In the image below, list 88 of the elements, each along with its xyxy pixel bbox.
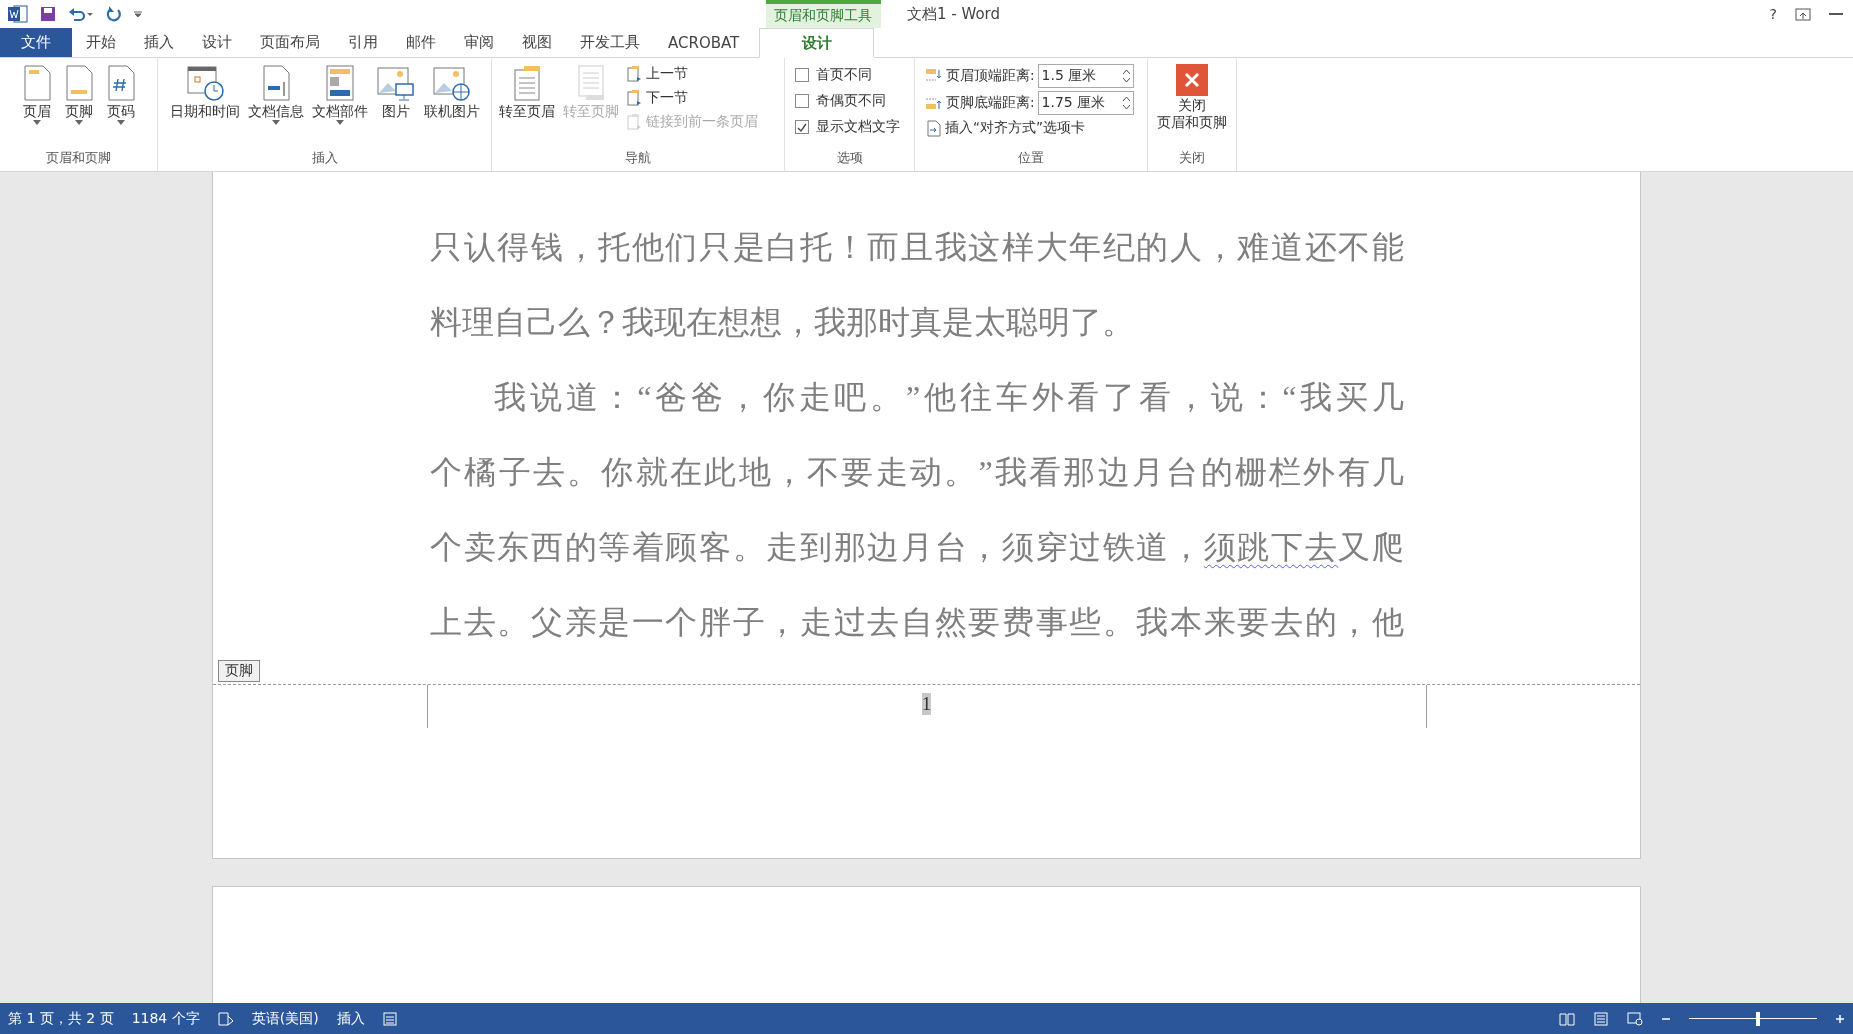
body-text-line: 个卖东西的等着顾客。走到那边月台，须穿过铁道，须跳下去又爬 [430, 528, 1404, 567]
zoom-in-icon[interactable] [1835, 1013, 1845, 1024]
ribbon-tab[interactable]: 开发工具 [566, 28, 654, 57]
group-label: 页眉和页脚 [45, 149, 112, 167]
body-text-line: 个橘子去。你就在此地，不要走动。”我看那边月台的栅栏外有几 [430, 453, 1404, 492]
margin-icon [925, 95, 943, 111]
ribbon-button[interactable]: 联机图片 [420, 62, 483, 149]
body-text-line: 料理自己么？我现在想想，我那时真是太聪明了。 [430, 303, 1135, 342]
ribbon-button[interactable]: 上一节 [624, 64, 760, 84]
caret-icon [335, 120, 344, 125]
caret-icon [116, 120, 125, 125]
spinner-label: 页脚底端距离: [946, 94, 1035, 112]
section-icon [626, 113, 642, 131]
caret-icon [271, 120, 280, 125]
ribbon-tab[interactable]: 页面布局 [246, 28, 334, 57]
ribbon-tab[interactable]: 审阅 [450, 28, 508, 57]
ribbon-button[interactable]: 图片 [372, 62, 419, 149]
ribbon-button[interactable]: 下一节 [624, 88, 760, 108]
calendar-clock-icon [184, 64, 225, 102]
ribbon-button[interactable]: 页码 [100, 62, 141, 149]
save-icon[interactable] [40, 6, 56, 22]
ribbon-tab[interactable]: 插入 [130, 28, 188, 57]
checkbox-label: 显示文档文字 [816, 118, 900, 136]
ribbon-button[interactable]: 日期和时间 [166, 62, 243, 149]
print-layout-icon[interactable] [1593, 1011, 1609, 1026]
spinner-arrows-icon [1122, 69, 1130, 83]
spinner-label: 页眉顶端距离: [946, 67, 1035, 85]
word-count[interactable]: 1184 个字 [131, 1009, 200, 1028]
body-text-line: 上去。父亲是一个胖子，走过去自然要费事些。我本来要去的，他 [430, 603, 1404, 642]
insert-mode[interactable]: 插入 [336, 1009, 365, 1028]
spinner-field[interactable]: 1.75 厘米 [1037, 91, 1134, 115]
group-label: 选项 [835, 149, 864, 167]
section-icon [626, 89, 642, 107]
page-count[interactable]: 第 1 页，共 2 页 [8, 1009, 114, 1028]
online-picture-icon [431, 64, 472, 102]
footer-tag: 页脚 [218, 660, 260, 682]
ribbon-button[interactable]: 文档信息 [244, 62, 307, 149]
checkbox-label: 首页不同 [816, 66, 872, 84]
group-label: 关闭 [1178, 149, 1206, 167]
undo-icon[interactable] [68, 6, 94, 22]
word-logo-icon [8, 5, 28, 23]
group-label: 导航 [624, 149, 652, 167]
body-text-line: 我说道：“爸爸，你走吧。”他往车外看了看，说：“我买几 [493, 378, 1404, 417]
group-label: 位置 [1017, 149, 1045, 167]
section-icon [626, 65, 642, 83]
checkbox-label: 奇偶页不同 [816, 92, 886, 110]
ribbon-tab[interactable]: 引用 [334, 28, 392, 57]
context-tab-title: 页眉和页脚工具 [766, 0, 881, 28]
zoom-slider-thumb[interactable] [1756, 1011, 1761, 1026]
window-title: 文档1 - Word [906, 3, 1001, 25]
ribbon-button[interactable]: 文档部件 [308, 62, 371, 149]
margin-icon [925, 68, 943, 84]
ribbon-tab[interactable]: 设计 [759, 28, 875, 58]
minimize-icon[interactable] [1829, 12, 1843, 16]
close-icon [1176, 64, 1208, 96]
macro-icon[interactable] [382, 1011, 397, 1026]
help-button[interactable]: ? [1769, 6, 1777, 22]
web-layout-icon[interactable] [1627, 1011, 1643, 1026]
language-indicator[interactable]: 英语(美国) [251, 1009, 319, 1028]
ribbon-button[interactable]: 页眉 [16, 62, 57, 149]
close-header-footer-button[interactable]: 关闭 页眉和页脚 [1154, 62, 1230, 149]
ribbon-button[interactable]: 页脚 [58, 62, 99, 149]
page-number: 1 [921, 693, 932, 715]
read-mode-icon[interactable] [1559, 1011, 1575, 1026]
caret-icon [32, 120, 41, 125]
ribbon-button[interactable]: 转至页眉 [496, 62, 558, 149]
picture-icon [375, 64, 416, 102]
proofing-icon[interactable] [217, 1011, 234, 1026]
ribbon-tab[interactable]: 开始 [72, 28, 130, 57]
caret-icon [74, 120, 83, 125]
restore-icon[interactable] [1795, 7, 1811, 21]
ribbon-tab[interactable]: 视图 [508, 28, 566, 57]
spinner-field[interactable]: 1.5 厘米 [1037, 64, 1134, 88]
group-label: 插入 [310, 149, 339, 167]
ribbon-tab[interactable]: 邮件 [392, 28, 450, 57]
customize-caret-icon[interactable] [134, 10, 142, 18]
ribbon-tab[interactable]: ACROBAT [654, 28, 754, 57]
checkbox[interactable] [795, 94, 809, 108]
redo-icon[interactable] [106, 6, 122, 22]
checkbox[interactable] [795, 68, 809, 82]
body-text-line: 只认得钱，托他们只是白托！而且我这样大年纪的人，难道还不能 [430, 228, 1404, 267]
check-icon [797, 122, 807, 132]
document-arrow-icon [927, 119, 941, 137]
ribbon-button[interactable]: 插入“对齐方式”选项卡 [925, 118, 1134, 138]
spinner-arrows-icon [1122, 96, 1130, 110]
ribbon-tab[interactable]: 文件 [0, 28, 72, 57]
checkbox[interactable] [795, 120, 809, 134]
ribbon-tab[interactable]: 设计 [188, 28, 246, 57]
